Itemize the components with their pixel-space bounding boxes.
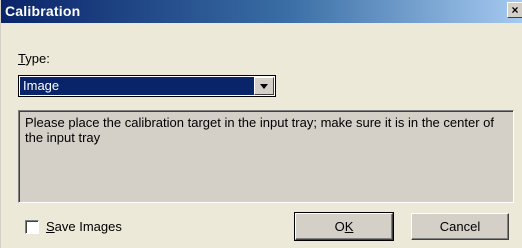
ok-button-prefix: O	[334, 219, 345, 234]
chevron-down-icon[interactable]	[254, 77, 274, 95]
calibration-dialog: Calibration × Type: Image Please place t…	[0, 0, 522, 248]
window-title: Calibration	[5, 3, 81, 19]
save-images-accel: S	[46, 219, 55, 234]
save-images-rest: ave Images	[54, 219, 122, 234]
cancel-button[interactable]: Cancel	[411, 213, 509, 240]
ok-button-accel: K	[344, 219, 354, 234]
type-label: Type:	[18, 51, 50, 66]
type-label-rest: ype:	[25, 51, 50, 66]
type-select-value: Image	[20, 77, 254, 95]
ok-button[interactable]: OK	[294, 212, 394, 241]
title-bar[interactable]: Calibration ×	[1, 0, 522, 23]
close-icon: ×	[511, 3, 519, 17]
save-images-checkbox[interactable]	[25, 220, 39, 234]
save-images-label[interactable]: Save Images	[46, 219, 122, 234]
calibration-message: Please place the calibration target in t…	[18, 110, 514, 203]
close-button[interactable]: ×	[507, 2, 522, 18]
type-select[interactable]: Image	[18, 75, 276, 97]
